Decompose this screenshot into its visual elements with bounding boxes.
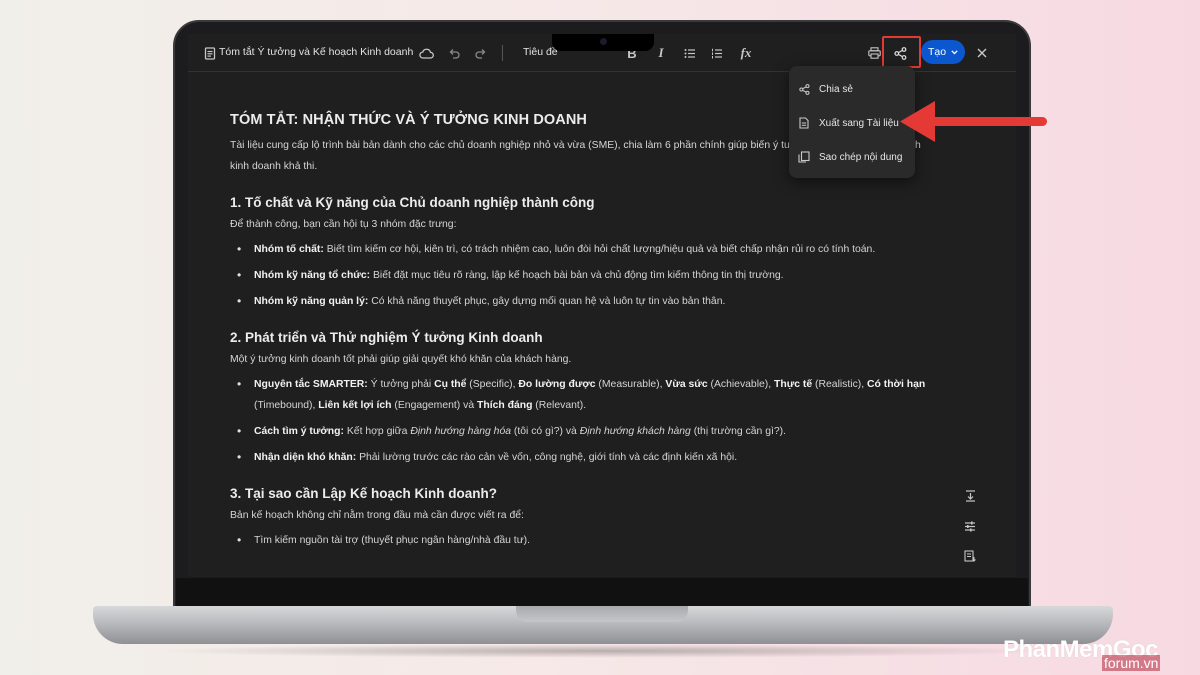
section-1-list: Nhóm tố chất: Biết tìm kiếm cơ hội, kiên… — [230, 239, 1016, 312]
doc-icon — [798, 117, 810, 129]
laptop-bezel — [176, 578, 1028, 608]
menu-item-label: Chia sẻ — [819, 83, 853, 95]
section-1-heading: 1. Tố chất và Kỹ năng của Chủ doanh nghi… — [230, 195, 595, 210]
list-item: Nhóm kỹ năng quản lý: Có khả năng thuyết… — [230, 291, 1016, 312]
section-1-lead: Để thành công, bạn cần hội tụ 3 nhóm đặc… — [230, 219, 457, 230]
list-item: Nhóm tố chất: Biết tìm kiếm cơ hội, kiên… — [230, 239, 1016, 260]
laptop-base-notch — [516, 606, 688, 622]
camera-icon — [600, 38, 607, 45]
bulleted-list-icon[interactable] — [680, 43, 700, 63]
section-3-list: Tìm kiếm nguồn tài trợ (thuyết phục ngân… — [230, 530, 1016, 551]
section-3-lead: Bản kế hoạch không chỉ nằm trong đầu mà … — [230, 510, 524, 521]
cloud-save-icon[interactable] — [416, 43, 436, 63]
share-button-highlight — [882, 36, 921, 68]
menu-item-label: Sao chép nội dung — [819, 151, 903, 163]
watermark-domain: forum.vn — [1102, 655, 1161, 671]
italic-icon[interactable]: I — [651, 43, 671, 63]
numbered-list-icon[interactable] — [707, 43, 727, 63]
app-screen: Tóm tắt Ý tưởng và Kế hoạch Kinh doanh T… — [188, 34, 1016, 577]
section-3-heading: 3. Tại sao cần Lập Kế hoạch Kinh doanh? — [230, 486, 498, 501]
create-button[interactable]: Tạo — [921, 40, 965, 64]
section-2-heading: 2. Phát triển và Thử nghiệm Ý tưởng Kinh… — [230, 330, 543, 345]
tune-icon[interactable] — [960, 516, 980, 536]
red-arrow-annotation — [900, 101, 1047, 142]
insert-icon[interactable] — [960, 546, 980, 566]
print-icon[interactable] — [864, 43, 884, 63]
document-title[interactable]: Tóm tắt Ý tưởng và Kế hoạch Kinh doanh — [219, 46, 413, 58]
scroll-to-end-icon[interactable] — [960, 486, 980, 506]
copy-icon — [798, 151, 810, 163]
chevron-down-icon — [951, 46, 958, 58]
list-item: Tìm kiếm nguồn tài trợ (thuyết phục ngân… — [230, 530, 1016, 551]
create-button-label: Tạo — [927, 46, 947, 58]
toolbar-divider — [502, 45, 503, 61]
menu-item-label: Xuất sang Tài liệu — [819, 117, 899, 129]
document-body[interactable]: TÓM TẮT: NHẬN THỨC VÀ Ý TƯỞNG KINH DOANH… — [230, 112, 1016, 556]
section-2-list: Nguyên tắc SMARTER: Ý tưởng phải Cụ thể … — [230, 374, 1016, 468]
formula-icon[interactable]: fx — [736, 43, 756, 63]
camera-notch — [552, 34, 654, 51]
document-icon — [200, 43, 220, 63]
undo-icon[interactable] — [444, 43, 464, 63]
paragraph-style-select[interactable]: Tiêu đề — [523, 46, 558, 58]
close-icon[interactable] — [972, 43, 992, 63]
redo-icon[interactable] — [471, 43, 491, 63]
share-icon — [798, 83, 810, 95]
laptop-shadow — [150, 644, 1056, 658]
list-item: Cách tìm ý tưởng: Kết hợp giữa Định hướn… — [230, 421, 1016, 442]
list-item: Nhóm kỹ năng tổ chức: Biết đặt mục tiêu … — [230, 265, 1016, 286]
list-item: Nguyên tắc SMARTER: Ý tưởng phải Cụ thể … — [230, 374, 930, 416]
section-2-lead: Một ý tưởng kinh doanh tốt phải giúp giả… — [230, 354, 572, 365]
list-item: Nhận diện khó khăn: Phải lường trước các… — [230, 447, 1016, 468]
side-tools — [960, 486, 980, 566]
